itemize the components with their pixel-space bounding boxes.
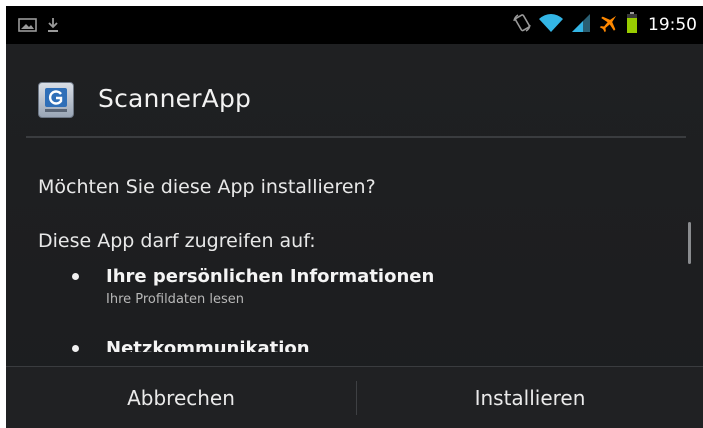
dialog-title-row: ScannerApp (6, 44, 703, 140)
app-title: ScannerApp (98, 84, 252, 113)
auto-rotate-icon (512, 13, 532, 37)
cancel-button[interactable]: Abbrechen (6, 367, 356, 428)
download-icon (46, 17, 60, 37)
title-divider (26, 136, 686, 138)
bullet-icon (72, 273, 79, 280)
install-question: Möchten Sie diese App installieren? (38, 176, 376, 198)
gallery-notification-icon (18, 17, 38, 37)
battery-icon (626, 12, 638, 38)
airplane-mode-icon (598, 12, 620, 38)
status-bar: 19:50 (6, 6, 703, 44)
device-screen: 19:50 ScannerApp Möchten Sie diese App i… (6, 6, 703, 428)
permissions-header: Diese App darf zugreifen auf: (38, 230, 316, 252)
status-clock: 19:50 (648, 15, 697, 35)
permission-title: Ihre persönlichen Informationen (106, 266, 435, 287)
install-dialog: ScannerApp Möchten Sie diese App install… (6, 44, 703, 428)
app-icon (38, 82, 74, 118)
bullet-icon (72, 345, 79, 352)
permission-subtitle: Ihre Profildaten lesen (106, 292, 244, 307)
dialog-button-bar: Abbrechen Installieren (6, 366, 703, 428)
status-icons: 19:50 (512, 6, 697, 44)
signal-icon (570, 13, 592, 37)
dialog-content[interactable]: Möchten Sie diese App installieren? Dies… (6, 140, 703, 352)
wifi-icon (538, 13, 564, 37)
permission-title: Netzkommunikation (106, 338, 310, 352)
install-button[interactable]: Installieren (357, 367, 703, 428)
content-scrollbar[interactable] (688, 222, 691, 264)
